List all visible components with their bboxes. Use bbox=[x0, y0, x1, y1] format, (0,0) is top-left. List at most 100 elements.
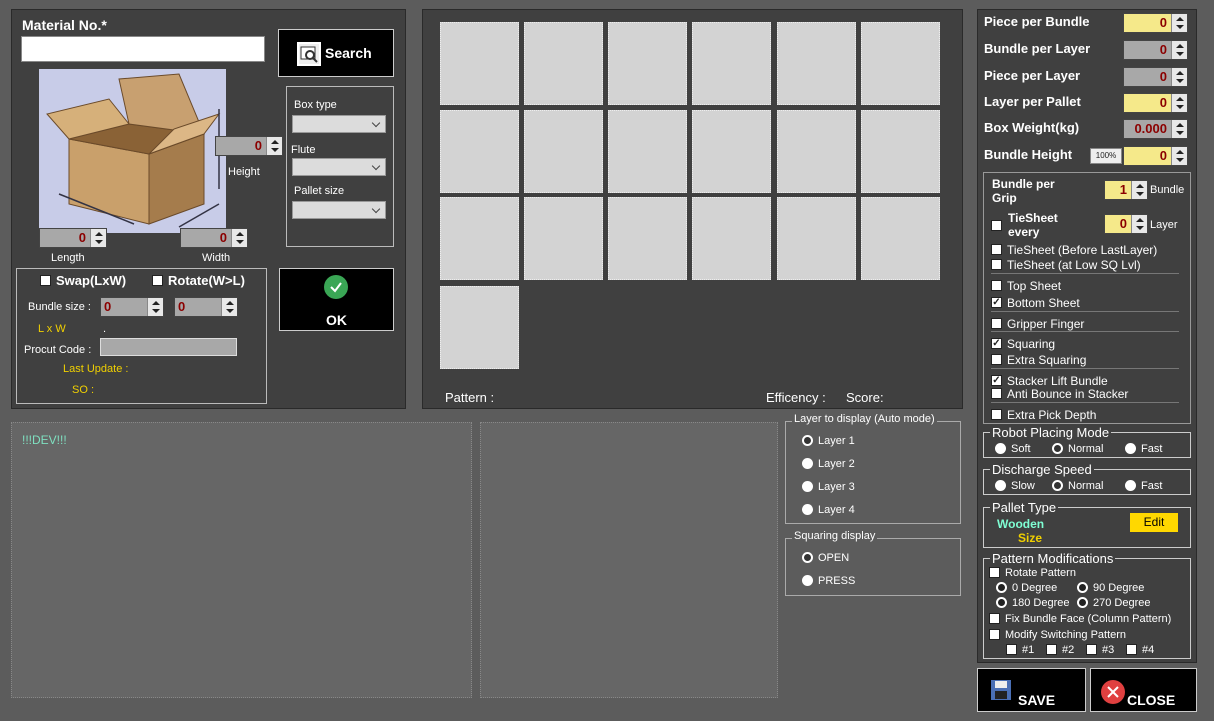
dev-label: !!!DEV!!! bbox=[22, 433, 67, 447]
switching-pattern-checkbox[interactable]: #4 bbox=[1126, 643, 1154, 656]
search-icon bbox=[297, 42, 321, 66]
switching-pattern-checkbox[interactable]: #1 bbox=[1006, 643, 1034, 656]
checkbox-icon bbox=[1086, 643, 1097, 655]
fix-bundle-face-checkbox[interactable]: Fix Bundle Face (Column Pattern) bbox=[989, 612, 1171, 625]
squaring-radio[interactable]: PRESS bbox=[802, 574, 855, 587]
stepper-arrows-icon bbox=[1171, 41, 1187, 59]
speed-radio[interactable]: Normal bbox=[1052, 479, 1104, 492]
layer-radio[interactable]: Layer 1 bbox=[802, 434, 855, 447]
rotate-pattern-checkbox[interactable]: Rotate Pattern bbox=[989, 566, 1076, 579]
option-checkbox[interactable]: ✓ Stacker Lift Bundle bbox=[991, 374, 1108, 388]
radio-icon bbox=[802, 480, 813, 492]
pattern-tile bbox=[861, 197, 940, 280]
option-checkbox[interactable]: Anti Bounce in Stacker bbox=[991, 387, 1128, 401]
separator bbox=[991, 273, 1179, 274]
checkbox-icon bbox=[991, 280, 1002, 292]
option-checkbox[interactable]: ✓ Squaring bbox=[991, 337, 1055, 351]
modify-switching-checkbox[interactable]: Modify Switching Pattern bbox=[989, 628, 1126, 641]
stepper-arrows-icon bbox=[1171, 147, 1187, 165]
param-label: Box Weight(kg) bbox=[984, 120, 1080, 135]
degree-90-radio[interactable]: 90 Degree bbox=[1077, 581, 1144, 594]
height-percent-button[interactable]: 100% bbox=[1090, 148, 1122, 164]
tiesheet-checkbox[interactable] bbox=[991, 219, 1007, 232]
box-type-select[interactable] bbox=[292, 115, 386, 133]
pattern-tile bbox=[777, 110, 856, 193]
product-code-label: Procut Code : bbox=[24, 344, 92, 356]
bundle-size-stepper-1[interactable]: 0 bbox=[100, 297, 164, 317]
option-label: Stacker Lift Bundle bbox=[1007, 374, 1108, 388]
degree-270-radio[interactable]: 270 Degree bbox=[1077, 596, 1151, 609]
speed-radio[interactable]: Slow bbox=[995, 479, 1035, 492]
layer-label: Layer 2 bbox=[818, 458, 855, 470]
param-stepper[interactable]: 0 bbox=[1123, 13, 1188, 33]
option-label: Gripper Finger bbox=[1007, 317, 1085, 331]
option-label: Extra Squaring bbox=[1007, 353, 1087, 367]
option-label: Bottom Sheet bbox=[1007, 296, 1080, 310]
close-button[interactable]: CLOSE bbox=[1090, 668, 1197, 712]
layer-radio[interactable]: Layer 3 bbox=[802, 480, 855, 493]
switching-pattern-checkbox[interactable]: #2 bbox=[1046, 643, 1074, 656]
width-stepper[interactable]: 0 bbox=[180, 228, 248, 248]
option-label: Extra Pick Depth bbox=[1007, 408, 1097, 422]
param-stepper[interactable]: 0 bbox=[1123, 146, 1188, 166]
radio-icon bbox=[802, 574, 813, 586]
option-label: Squaring bbox=[1007, 337, 1056, 351]
ok-button[interactable]: OK bbox=[279, 268, 394, 331]
speed-label: Fast bbox=[1141, 480, 1163, 492]
search-button[interactable]: Search bbox=[278, 29, 394, 77]
material-label: Material No.* bbox=[22, 17, 107, 33]
rotate-checkbox[interactable]: Rotate(W>L) bbox=[152, 273, 245, 288]
option-checkbox[interactable]: Extra Squaring bbox=[991, 353, 1086, 367]
pallet-size-value: Size bbox=[1018, 531, 1043, 545]
degree-0-radio[interactable]: 0 Degree bbox=[996, 581, 1057, 594]
length-label: Length bbox=[51, 252, 85, 264]
pattern-tile bbox=[608, 110, 687, 193]
param-stepper[interactable]: 0 bbox=[1123, 93, 1188, 113]
tiesheet-stepper[interactable]: 0 bbox=[1104, 214, 1148, 234]
speed-label: Normal bbox=[1068, 480, 1104, 492]
bundle-size-stepper-2[interactable]: 0 bbox=[174, 297, 238, 317]
param-stepper[interactable]: 0.000 bbox=[1123, 119, 1188, 139]
lxw-value: . bbox=[103, 323, 107, 335]
pattern-tile bbox=[608, 197, 687, 280]
length-stepper[interactable]: 0 bbox=[39, 228, 107, 248]
option-checkbox[interactable]: ✓ Bottom Sheet bbox=[991, 296, 1080, 310]
option-checkbox[interactable]: Extra Pick Depth bbox=[991, 408, 1096, 422]
last-update-label: Last Update : bbox=[63, 363, 129, 375]
speed-radio[interactable]: Fast bbox=[1125, 442, 1162, 455]
bundle-per-grip-stepper[interactable]: 1 bbox=[1104, 180, 1148, 200]
pallet-size-select[interactable] bbox=[292, 201, 386, 219]
option-checkbox[interactable]: TieSheet (Before LastLayer) bbox=[991, 243, 1157, 257]
layer-radio[interactable]: Layer 2 bbox=[802, 457, 855, 470]
flute-label: Flute bbox=[291, 144, 316, 156]
option-checkbox[interactable]: TieSheet (at Low SQ Lvl) bbox=[991, 258, 1141, 272]
pattern-tile bbox=[692, 22, 771, 105]
material-input[interactable] bbox=[21, 36, 265, 62]
squaring-radio[interactable]: OPEN bbox=[802, 551, 849, 564]
pattern-tile bbox=[608, 22, 687, 105]
edit-pallet-button[interactable]: Edit bbox=[1130, 513, 1178, 532]
speed-radio[interactable]: Soft bbox=[995, 442, 1031, 455]
height-stepper[interactable]: 0 bbox=[215, 136, 283, 156]
param-stepper[interactable]: 0 bbox=[1123, 67, 1188, 87]
param-stepper[interactable]: 0 bbox=[1123, 40, 1188, 60]
speed-radio[interactable]: Fast bbox=[1125, 479, 1163, 492]
swap-checkbox[interactable]: Swap(LxW) bbox=[40, 273, 126, 288]
layer-radio[interactable]: Layer 4 bbox=[802, 503, 855, 516]
flute-select[interactable] bbox=[292, 158, 386, 176]
switching-pattern-checkbox[interactable]: #3 bbox=[1086, 643, 1114, 656]
param-label: Bundle per Layer bbox=[984, 41, 1091, 56]
pattern-tile bbox=[440, 22, 519, 105]
save-button[interactable]: SAVE bbox=[977, 668, 1086, 712]
bundle-size-label: Bundle size : bbox=[28, 301, 91, 313]
degree-180-radio[interactable]: 180 Degree bbox=[996, 596, 1070, 609]
checkbox-icon bbox=[1006, 643, 1017, 655]
pattern-tile bbox=[440, 286, 519, 369]
speed-radio[interactable]: Normal bbox=[1052, 442, 1103, 455]
radio-icon bbox=[1052, 479, 1063, 491]
option-checkbox[interactable]: Gripper Finger bbox=[991, 317, 1084, 331]
option-checkbox[interactable]: Top Sheet bbox=[991, 279, 1061, 293]
layer-unit-label: Layer bbox=[1150, 219, 1178, 231]
radio-icon bbox=[802, 457, 813, 469]
checkbox-icon bbox=[991, 354, 1002, 366]
